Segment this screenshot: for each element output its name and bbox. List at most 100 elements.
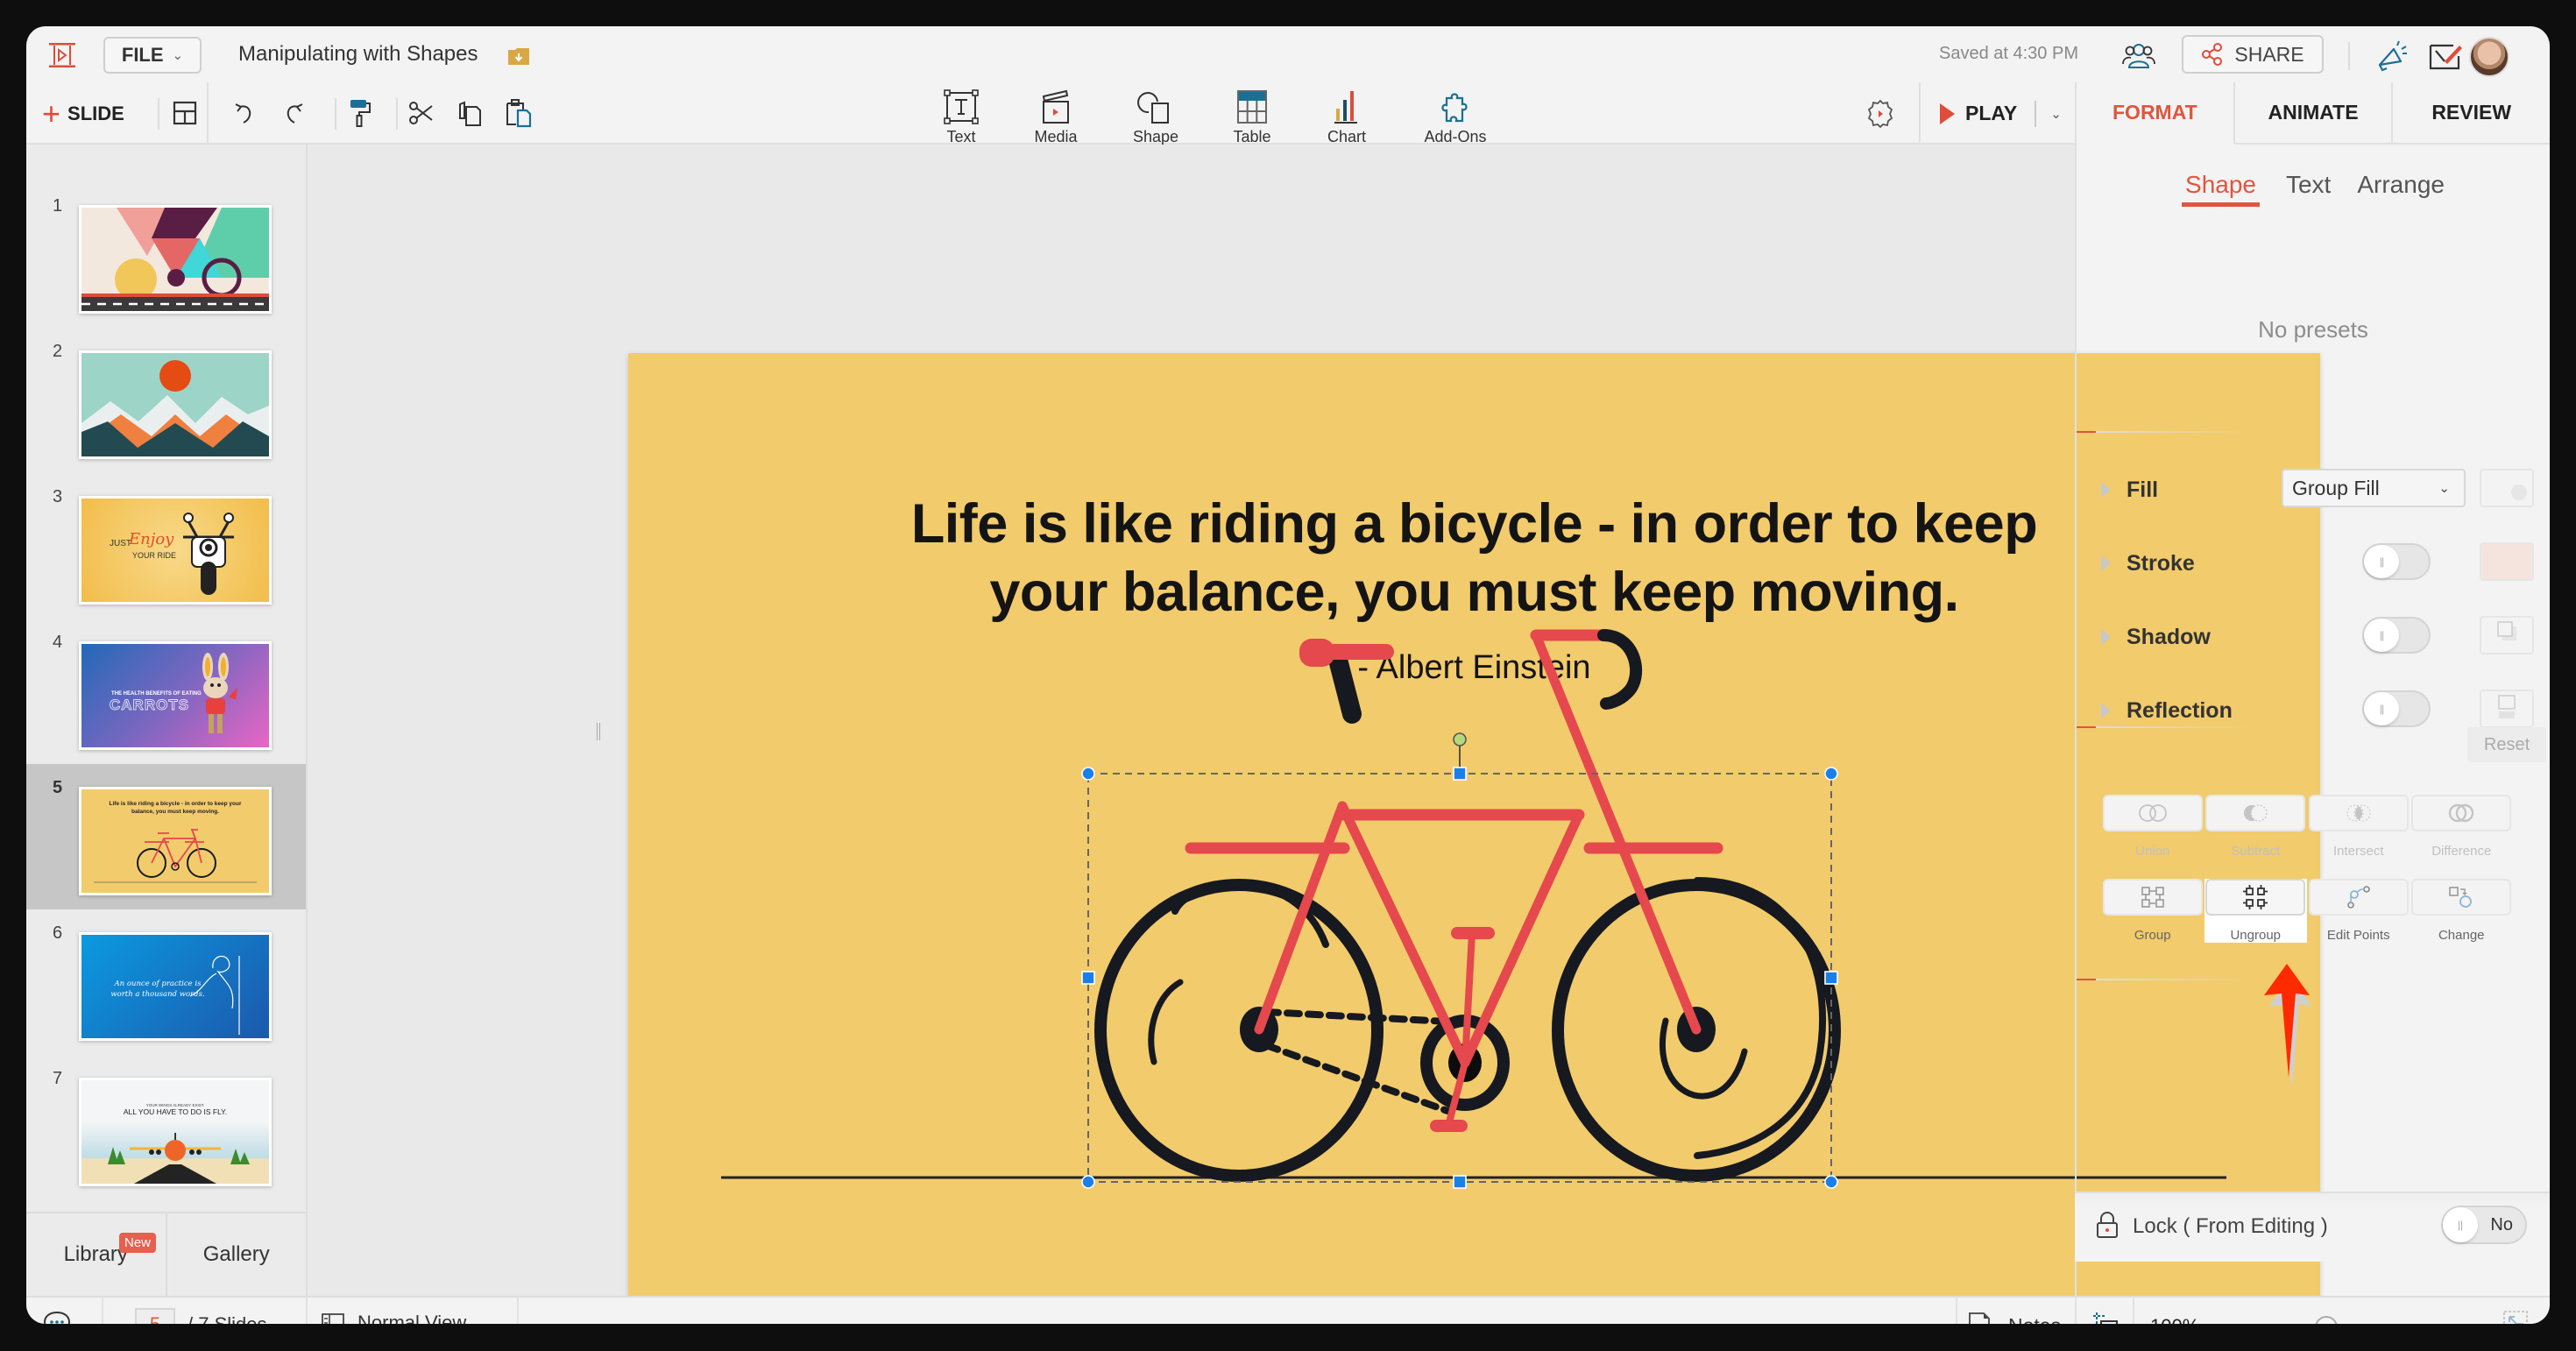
zoom-level-label: 100%: [2150, 1315, 2199, 1324]
slide-thumbnail-row[interactable]: 7 YOUR WINGS ALREADY EXIST. ALL YOU HAVE…: [26, 1055, 306, 1200]
rabbit-illustration: [202, 653, 237, 733]
change-shape-button[interactable]: Change: [2410, 879, 2514, 943]
gallery-button[interactable]: Gallery: [167, 1213, 307, 1296]
slide-thumbnail[interactable]: [79, 350, 272, 459]
lock-toggle[interactable]: || No: [2441, 1206, 2527, 1244]
slide-thumbnail-row[interactable]: 3 JUST Enjoy YOUR RIDE: [26, 473, 306, 619]
slide-thumbnail[interactable]: JUST Enjoy YOUR RIDE: [79, 496, 272, 605]
user-avatar[interactable]: [2469, 37, 2509, 77]
slide-thumbnail-row[interactable]: 1: [26, 182, 306, 328]
library-button[interactable]: Library New: [26, 1213, 167, 1296]
panel-resize-handle[interactable]: [597, 723, 600, 740]
undo-button[interactable]: [228, 96, 261, 130]
slide-1-preview: [81, 208, 269, 311]
comments-icon[interactable]: [42, 1310, 72, 1324]
insert-media-button[interactable]: Media: [1016, 89, 1095, 146]
insert-text-button[interactable]: Text: [922, 89, 1001, 146]
insert-chart-button[interactable]: Chart: [1307, 89, 1386, 146]
toggle-knob: ||: [2443, 1207, 2478, 1242]
notes-button[interactable]: Notes: [1968, 1312, 2061, 1324]
app-logo-icon[interactable]: [47, 42, 77, 68]
edit-points-icon: [2346, 886, 2370, 909]
folder-icon[interactable]: [506, 46, 531, 67]
play-label: PLAY: [1965, 102, 2018, 124]
redo-button[interactable]: [277, 96, 310, 130]
cut-button[interactable]: [405, 96, 438, 130]
slide-thumbnail[interactable]: YOUR WINGS ALREADY EXIST. ALL YOU HAVE T…: [79, 1078, 272, 1186]
reflection-toggle[interactable]: ||: [2362, 690, 2431, 727]
subtab-shape[interactable]: Shape: [2182, 171, 2260, 207]
expand-caret-icon[interactable]: [2101, 482, 2111, 498]
play-button[interactable]: PLAY: [1940, 102, 2017, 125]
insert-shape-button[interactable]: Shape: [1116, 89, 1195, 146]
reset-button[interactable]: Reset: [2467, 727, 2546, 762]
expand-caret-icon[interactable]: [2101, 555, 2111, 571]
stroke-color-swatch[interactable]: [2480, 542, 2534, 581]
insert-table-button[interactable]: Table: [1213, 89, 1292, 146]
shadow-style-button[interactable]: [2480, 616, 2534, 654]
slide-3-title-enjoy: Enjoy: [129, 530, 174, 548]
view-mode-label: Normal View: [357, 1312, 467, 1324]
add-ons-button[interactable]: Add-Ons: [1416, 89, 1495, 146]
group-label: Group: [2134, 928, 2171, 943]
slide-number: 2: [53, 342, 63, 361]
expand-caret-icon[interactable]: [2101, 703, 2111, 718]
header-divider: [2348, 42, 2350, 70]
current-slide[interactable]: Life is like riding a bicycle - in order…: [628, 353, 2320, 1303]
union-button[interactable]: Union: [2101, 795, 2204, 859]
shadow-label: Shadow: [2127, 624, 2211, 649]
slideshow-settings-icon[interactable]: [1865, 98, 1896, 130]
fill-color-swatch[interactable]: [2480, 469, 2534, 507]
slide-thumbnail[interactable]: Life is like riding a bicycle - in order…: [79, 787, 272, 895]
ungroup-button[interactable]: Ungroup: [2204, 879, 2307, 943]
fill-type-select[interactable]: Group Fill ⌄: [2282, 469, 2466, 507]
slide-thumbnail[interactable]: An ounce of practice is worth a thousand…: [79, 932, 272, 1041]
zoom-slider-handle[interactable]: [2314, 1316, 2338, 1324]
edit-points-button[interactable]: Edit Points: [2307, 879, 2410, 943]
reflection-style-button[interactable]: [2480, 690, 2534, 728]
stroke-toggle[interactable]: ||: [2362, 543, 2431, 580]
intersect-label: Intersect: [2332, 844, 2384, 859]
slide-thumbnail[interactable]: [79, 205, 272, 314]
fit-to-screen-icon[interactable]: [2091, 1310, 2120, 1324]
slide-thumbnail-row[interactable]: 4 THE HEALTH BENEFITS OF EATING CARROTS: [26, 619, 306, 764]
slide-thumbnail[interactable]: THE HEALTH BENEFITS OF EATING CARROTS: [79, 641, 272, 750]
copy-button[interactable]: [454, 96, 487, 130]
collaborators-icon[interactable]: [2120, 40, 2157, 70]
tab-format[interactable]: FORMAT: [2077, 82, 2235, 145]
tab-animate[interactable]: ANIMATE: [2234, 82, 2394, 145]
lock-row: Lock ( From Editing ) || No: [2075, 1192, 2550, 1262]
format-painter-button[interactable]: [343, 96, 377, 130]
difference-button[interactable]: Difference: [2410, 795, 2514, 859]
layout-button[interactable]: [168, 96, 202, 130]
play-options-chevron-icon[interactable]: ⌄: [2050, 106, 2062, 122]
tab-review[interactable]: REVIEW: [2393, 82, 2550, 145]
slide-thumbnail-row-active[interactable]: 5 Life is like riding a bicycle - in ord…: [26, 764, 306, 909]
subtract-button[interactable]: Subtract: [2204, 795, 2308, 859]
shadow-toggle[interactable]: ||: [2362, 617, 2431, 654]
shadow-row: Shadow ||: [2101, 616, 2539, 658]
subtract-icon: [2244, 804, 2268, 822]
view-mode-select[interactable]: Normal View ⌄: [321, 1312, 489, 1324]
add-slide-button[interactable]: + SLIDE: [42, 96, 124, 131]
subtab-text[interactable]: Text: [2286, 171, 2331, 207]
layout-icon: [173, 101, 197, 125]
paste-button[interactable]: [501, 96, 534, 130]
document-title[interactable]: Manipulating with Shapes: [238, 42, 478, 67]
fullscreen-icon[interactable]: [2502, 1310, 2529, 1324]
share-button[interactable]: SHARE: [2182, 35, 2324, 74]
group-button[interactable]: Group: [2101, 879, 2204, 943]
feedback-icon[interactable]: [2427, 40, 2464, 72]
intersect-button[interactable]: Intersect: [2307, 795, 2410, 859]
subtab-arrange[interactable]: Arrange: [2357, 171, 2445, 207]
slide-thumbnail-row[interactable]: 6 An ounce of practice is worth a thousa…: [26, 909, 306, 1055]
bicycle-illustration-group[interactable]: [628, 353, 2320, 1303]
app-header: FILE ⌄ Manipulating with Shapes Saved at…: [26, 26, 2550, 82]
announcement-megaphone-icon[interactable]: [2374, 39, 2410, 74]
file-menu-button[interactable]: FILE ⌄: [103, 37, 202, 74]
slide-3-title-ride: YOUR RIDE: [132, 551, 177, 560]
expand-caret-icon[interactable]: [2101, 629, 2111, 645]
slide-thumbnail-row[interactable]: 2: [26, 328, 306, 473]
current-page-input[interactable]: 5: [135, 1308, 175, 1324]
scissors-icon: [409, 102, 433, 124]
